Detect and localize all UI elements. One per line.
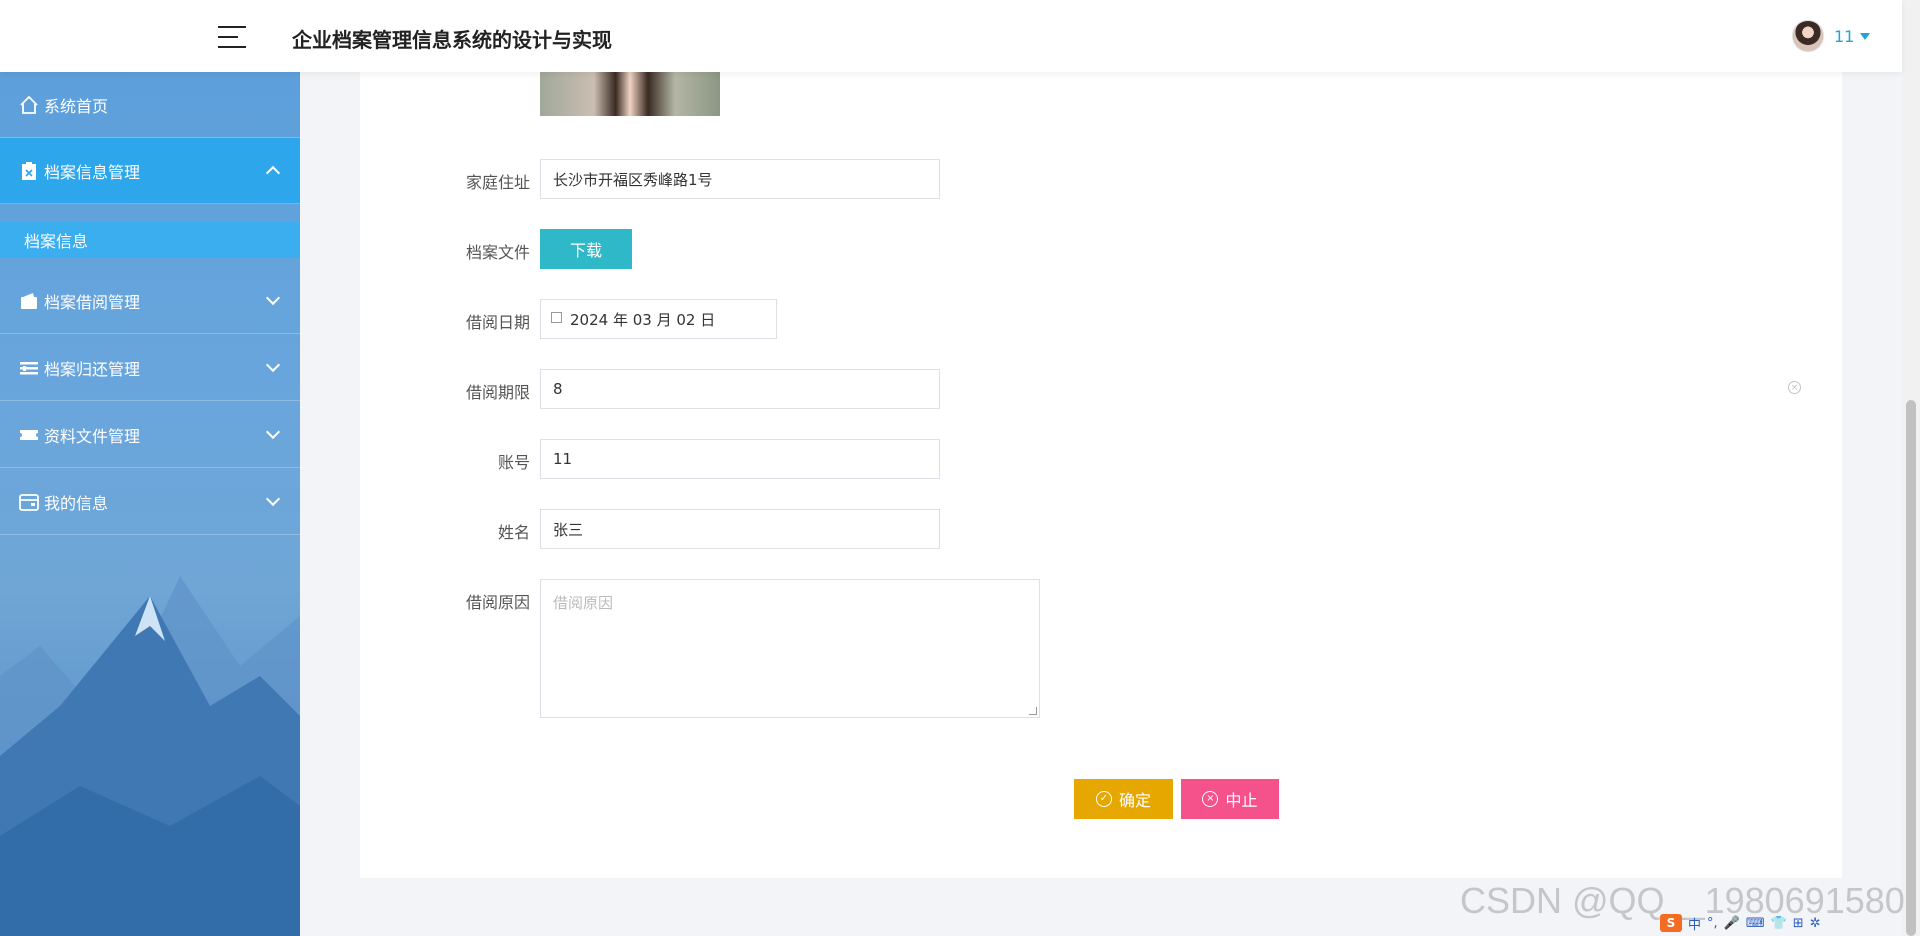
sidebar-item-label: 档案借阅管理 xyxy=(44,292,141,312)
account-field[interactable] xyxy=(540,439,940,479)
username: 11 xyxy=(1834,26,1855,46)
download-button[interactable]: 下载 xyxy=(540,229,632,269)
ticket-icon xyxy=(18,424,40,446)
confirm-button-label: 确定 xyxy=(1118,791,1151,810)
stop-button-label: 中止 xyxy=(1225,791,1258,810)
punctuation-icon[interactable]: °, xyxy=(1707,916,1718,931)
sidebar-item-archive-info-management[interactable]: 档案信息管理 xyxy=(0,138,300,204)
check-circle-icon: ✓ xyxy=(1095,791,1112,807)
sidebar-item-home[interactable]: 系统首页 xyxy=(0,72,300,138)
keyboard-icon[interactable]: ⌨ xyxy=(1746,916,1765,931)
microphone-icon[interactable]: 🎤 xyxy=(1724,916,1740,931)
reason-label: 借阅原因 xyxy=(465,593,530,612)
clipboard-icon xyxy=(18,160,40,182)
borrow-date-label: 借阅日期 xyxy=(465,313,530,332)
skin-icon[interactable]: 👕 xyxy=(1771,916,1787,931)
sidebar-item-my-info[interactable]: 我的信息 xyxy=(0,469,300,535)
name-field[interactable] xyxy=(540,509,940,549)
list-icon xyxy=(18,357,40,379)
user-menu[interactable]: 11 xyxy=(1792,20,1871,52)
sidebar-subitem-archive-info[interactable]: 档案信息 xyxy=(0,222,300,258)
sidebar-item-label: 资料文件管理 xyxy=(44,426,141,446)
sidebar-item-borrow-management[interactable]: 档案借阅管理 xyxy=(0,268,300,334)
account-label: 账号 xyxy=(497,453,530,472)
ime-toolbar: S 中 °, 🎤 ⌨ 👕 ⊞ ✲ xyxy=(1660,912,1902,934)
chevron-up-icon xyxy=(265,165,281,181)
profile-photo xyxy=(540,72,720,116)
sidebar-subitem-label: 档案信息 xyxy=(24,232,89,251)
reason-textarea[interactable] xyxy=(553,592,1027,705)
close-circle-icon: × xyxy=(1202,791,1219,807)
borrow-date-value: 2024 年 03 月 02 日 xyxy=(570,310,716,329)
name-input[interactable] xyxy=(553,520,927,538)
sidebar-item-return-management[interactable]: 档案归还管理 xyxy=(0,335,300,401)
borrow-period-field[interactable] xyxy=(540,369,940,409)
settings-icon[interactable]: ✲ xyxy=(1810,916,1821,931)
sidebar-item-label: 我的信息 xyxy=(44,493,109,513)
resize-handle-icon[interactable] xyxy=(1029,707,1037,715)
borrow-date-field[interactable]: 2024 年 03 月 02 日 xyxy=(540,299,777,339)
chevron-down-icon xyxy=(265,424,281,440)
stop-button[interactable]: × 中止 xyxy=(1181,779,1279,819)
address-field[interactable] xyxy=(540,159,940,199)
sidebar-item-label: 档案归还管理 xyxy=(44,359,141,379)
caret-down-icon xyxy=(1860,32,1871,40)
reason-field[interactable] xyxy=(540,579,1040,718)
borrow-period-label: 借阅期限 xyxy=(465,383,530,402)
sogou-logo-icon[interactable]: S xyxy=(1660,914,1682,932)
name-label: 姓名 xyxy=(497,523,530,542)
clear-icon[interactable]: × xyxy=(1788,381,1801,394)
card-icon xyxy=(18,491,40,513)
chevron-down-icon xyxy=(265,491,281,507)
toolbox-icon[interactable]: ⊞ xyxy=(1793,916,1804,931)
confirm-button[interactable]: ✓ 确定 xyxy=(1074,779,1173,819)
top-header: 企业档案管理信息系统的设计与实现 11 xyxy=(0,0,1902,72)
file-label: 档案文件 xyxy=(465,243,530,262)
ime-language[interactable]: 中 xyxy=(1688,914,1701,933)
chevron-down-icon xyxy=(265,290,281,306)
chevron-down-icon xyxy=(265,357,281,373)
home-icon xyxy=(18,94,40,116)
calendar-icon xyxy=(551,311,562,323)
sidebar: 系统首页 档案信息管理 档案信息 档案借阅管理 档案归还管理 资料文件管理 我的… xyxy=(0,72,300,936)
borrow-period-input[interactable] xyxy=(553,380,927,398)
menu-toggle-icon[interactable] xyxy=(218,26,246,48)
address-input[interactable] xyxy=(553,170,927,188)
scrollbar-thumb[interactable] xyxy=(1906,400,1916,936)
mountain-background xyxy=(0,576,300,936)
sidebar-item-label: 档案信息管理 xyxy=(44,162,141,182)
sidebar-item-file-management[interactable]: 资料文件管理 xyxy=(0,402,300,468)
wallet-icon xyxy=(18,290,40,312)
address-label: 家庭住址 xyxy=(465,173,530,192)
app-title: 企业档案管理信息系统的设计与实现 xyxy=(292,28,612,52)
account-input[interactable] xyxy=(553,450,927,468)
avatar xyxy=(1792,20,1824,52)
sidebar-item-label: 系统首页 xyxy=(44,96,109,116)
